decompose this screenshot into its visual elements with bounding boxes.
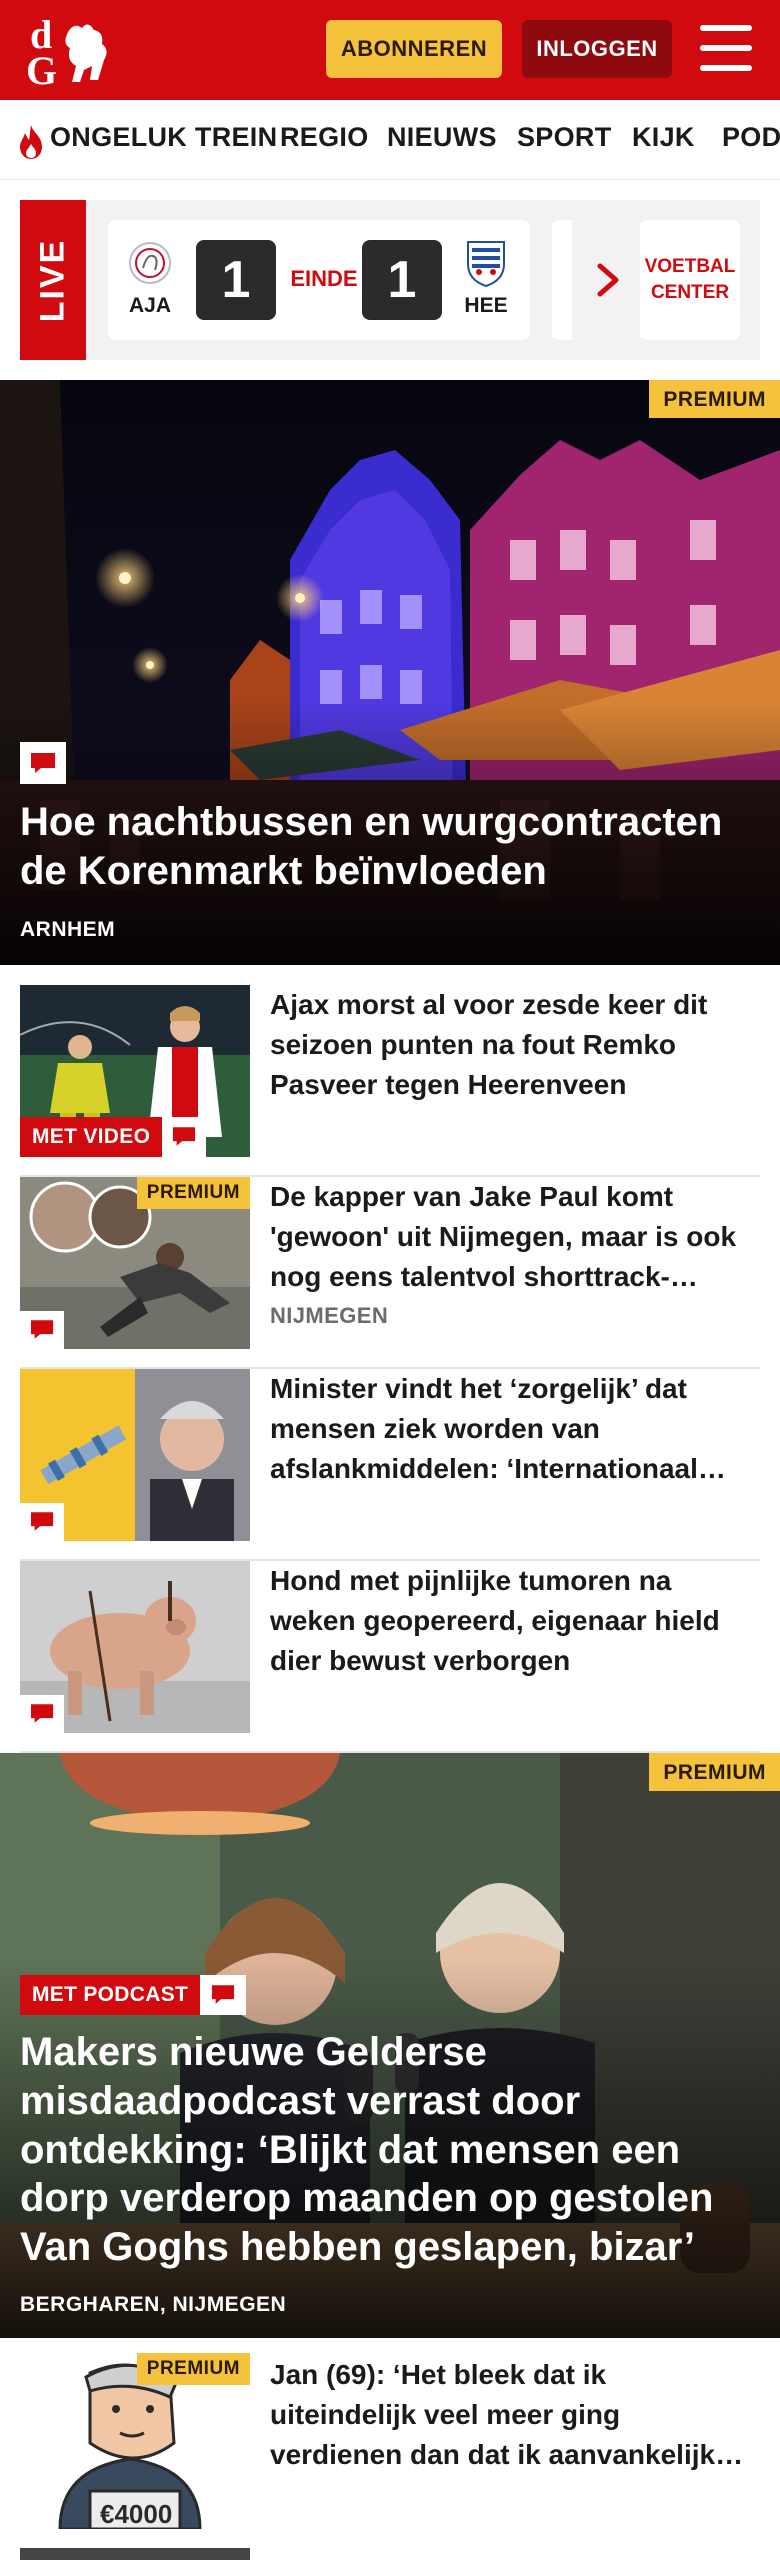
podcast-tag: MET PODCAST bbox=[20, 1975, 247, 2015]
article-location: NIJMEGEN bbox=[270, 1303, 389, 1328]
hero-title[interactable]: Makers nieuwe Gelderse misdaadpodcast ve… bbox=[20, 2028, 762, 2272]
list-item-minister[interactable]: Minister vindt het ‘zorgelijk’ dat mense… bbox=[20, 1369, 760, 1561]
thumbnail-jan: €4000 PREMIUM bbox=[20, 2353, 250, 2529]
flame-icon bbox=[20, 125, 42, 159]
home-score: 1 bbox=[196, 240, 276, 320]
list-item-jan[interactable]: €4000 PREMIUM Jan (69): ‘Het bleek dat i… bbox=[20, 2353, 760, 2560]
hero-location: BERGHAREN, NIJMEGEN bbox=[20, 2293, 287, 2316]
premium-badge: PREMIUM bbox=[649, 380, 780, 418]
article-title[interactable]: Hond met pijnlijke tumoren na weken geop… bbox=[270, 1561, 760, 1680]
site-header: d G ABONNEREN INLOGGEN bbox=[0, 0, 780, 100]
ajax-crest-icon bbox=[129, 242, 171, 284]
next-match-card-stub[interactable] bbox=[552, 220, 572, 340]
away-team-name: HEE bbox=[464, 294, 508, 317]
hero-article-korenmarkt[interactable]: PREMIUM Hoe nachtbussen en wurgcontracte… bbox=[0, 380, 780, 965]
thumbnail-kapper: PREMIUM bbox=[20, 1177, 250, 1349]
section-nav: ONGELUK TREIN REGIO NIEUWS SPORT KIJK PO… bbox=[0, 100, 780, 180]
comment-icon bbox=[162, 1117, 207, 1157]
comment-icon bbox=[20, 1311, 64, 1349]
video-tag: MET VIDEO bbox=[20, 1117, 207, 1157]
list-item-ajax[interactable]: MET VIDEO Ajax morst al voor zesde keer … bbox=[20, 985, 760, 1177]
article-title[interactable]: De kapper van Jake Paul komt 'gewoon' ui… bbox=[270, 1177, 760, 1296]
away-score: 1 bbox=[362, 240, 442, 320]
home-team: AJA bbox=[118, 238, 182, 318]
next-thumbnail-peek bbox=[20, 2548, 250, 2560]
hero-title[interactable]: Hoe nachtbussen en wurgcontracten de Kor… bbox=[20, 798, 750, 896]
live-label: LIVE bbox=[20, 200, 86, 360]
subscribe-button[interactable]: ABONNEREN bbox=[326, 20, 502, 78]
nav-item-nieuws[interactable]: NIEUWS bbox=[387, 122, 497, 153]
heerenveen-crest-icon bbox=[467, 241, 505, 288]
thumbnail-hond bbox=[20, 1561, 250, 1733]
nav-item-sport[interactable]: SPORT bbox=[517, 122, 612, 153]
nav-item-kijk[interactable]: KIJK bbox=[632, 122, 695, 153]
article-title[interactable]: Ajax morst al voor zesde keer dit seizoe… bbox=[270, 985, 760, 1104]
live-scores-strip: LIVE AJA 1 EINDE 1 HEE VOETBAL CENTER bbox=[20, 200, 760, 360]
comment-icon bbox=[20, 742, 66, 784]
login-button[interactable]: INLOGGEN bbox=[522, 20, 672, 78]
list-item-hond[interactable]: Hond met pijnlijke tumoren na weken geop… bbox=[20, 1561, 760, 1753]
list-item-kapper[interactable]: PREMIUM De kapper van Jake Paul komt 'ge… bbox=[20, 1177, 760, 1369]
comment-icon bbox=[200, 1975, 247, 2015]
chevron-right-icon[interactable] bbox=[592, 262, 622, 298]
premium-badge: PREMIUM bbox=[136, 2353, 250, 2385]
premium-badge: PREMIUM bbox=[649, 1753, 780, 1791]
nav-item-ongeluk-trein[interactable]: ONGELUK TREIN bbox=[50, 122, 277, 153]
match-status: EINDE bbox=[290, 266, 358, 291]
article-title[interactable]: Jan (69): ‘Het bleek dat ik uiteindelijk… bbox=[270, 2355, 760, 2474]
comment-icon bbox=[20, 1503, 64, 1541]
article-title[interactable]: Minister vindt het ‘zorgelijk’ dat mense… bbox=[270, 1369, 760, 1488]
hamburger-menu-icon[interactable] bbox=[700, 25, 752, 71]
svg-text:G: G bbox=[26, 48, 57, 88]
away-team: HEE bbox=[454, 238, 518, 318]
nav-item-regio[interactable]: REGIO bbox=[280, 122, 369, 153]
home-team-name: AJA bbox=[128, 294, 171, 317]
thumbnail-minister bbox=[20, 1369, 250, 1541]
thumbnail-ajax: MET VIDEO bbox=[20, 985, 250, 1157]
premium-badge: PREMIUM bbox=[136, 1177, 250, 1209]
hero-location: ARNHEM bbox=[20, 918, 116, 941]
price-sign-text: €4000 bbox=[100, 2499, 172, 2529]
voetbal-center-link[interactable]: VOETBAL CENTER bbox=[640, 220, 740, 340]
nav-item-podcast[interactable]: PODCAST bbox=[722, 122, 780, 153]
match-card[interactable]: AJA 1 EINDE 1 HEE bbox=[108, 220, 530, 340]
site-logo[interactable]: d G bbox=[22, 12, 118, 88]
hero-article-podcast[interactable]: PREMIUM MET PODCAST Makers nieuwe Gelder… bbox=[0, 1753, 780, 2338]
comment-icon bbox=[20, 1695, 64, 1733]
